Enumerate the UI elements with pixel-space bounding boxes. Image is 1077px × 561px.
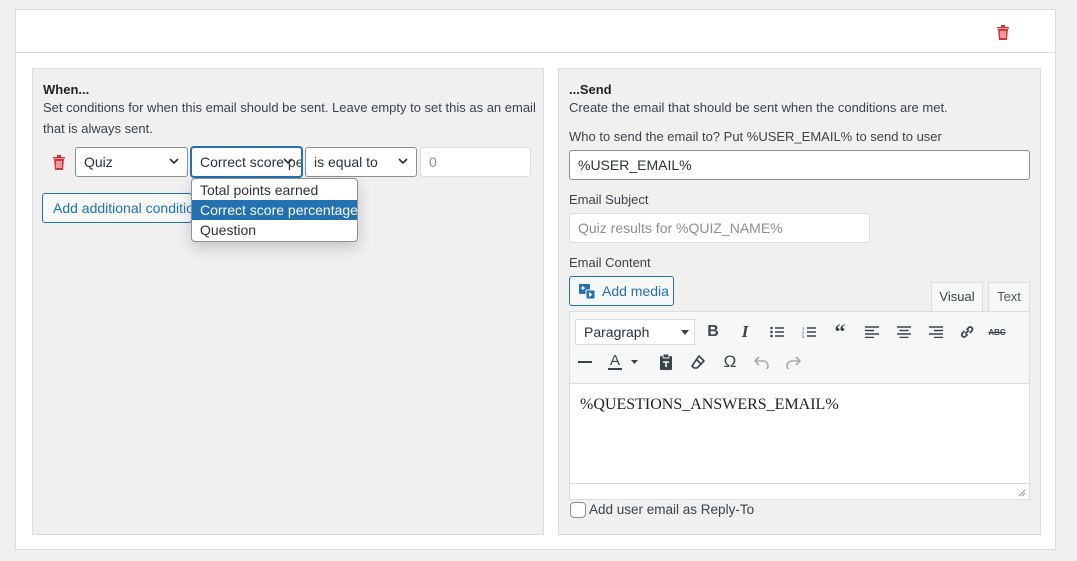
svg-text:3: 3 bbox=[802, 334, 805, 338]
condition-value-input[interactable]: 0 bbox=[420, 147, 531, 177]
format-select-value: Paragraph bbox=[584, 324, 650, 340]
add-condition-button[interactable]: Add additional condition bbox=[42, 193, 192, 223]
chevron-down-icon bbox=[398, 158, 408, 165]
numbered-list-icon[interactable]: 123 bbox=[798, 321, 820, 343]
subject-label: Email Subject bbox=[569, 192, 649, 207]
when-section: When... Set conditions for when this ema… bbox=[32, 68, 544, 535]
condition-field-select[interactable]: Quiz bbox=[75, 147, 188, 177]
chevron-down-icon bbox=[283, 158, 293, 165]
recipient-label: Who to send the email to? Put %USER_EMAI… bbox=[569, 129, 942, 144]
editor-statusbar bbox=[570, 483, 1029, 499]
redo-icon[interactable] bbox=[782, 351, 804, 373]
format-select[interactable]: Paragraph bbox=[575, 319, 695, 345]
when-title: When... bbox=[43, 82, 90, 97]
content-label: Email Content bbox=[569, 255, 651, 270]
panel-header bbox=[16, 10, 1055, 53]
subject-input[interactable]: Quiz results for %QUIZ_NAME% bbox=[569, 213, 870, 243]
email-content-editor[interactable]: Paragraph B I 123 “ ABC A Ω %QUESTIONS_A… bbox=[569, 311, 1030, 500]
remove-condition-trash-icon[interactable] bbox=[52, 154, 66, 170]
paste-text-icon[interactable] bbox=[655, 351, 677, 373]
bullet-list-icon[interactable] bbox=[766, 321, 788, 343]
editor-content[interactable]: %QUESTIONS_ANSWERS_EMAIL% bbox=[580, 396, 839, 414]
add-media-button[interactable]: Add media bbox=[569, 276, 674, 306]
tab-visual[interactable]: Visual bbox=[931, 282, 983, 311]
align-left-icon[interactable] bbox=[861, 321, 883, 343]
bold-icon[interactable]: B bbox=[702, 321, 724, 343]
editor-toolbar: Paragraph B I 123 “ ABC A Ω bbox=[570, 312, 1029, 384]
tab-text[interactable]: Text bbox=[988, 282, 1030, 311]
resize-handle-icon[interactable] bbox=[1016, 487, 1026, 497]
recipient-input[interactable]: %USER_EMAIL% bbox=[569, 150, 1030, 180]
special-character-icon[interactable]: Ω bbox=[719, 351, 741, 373]
send-title: ...Send bbox=[569, 82, 612, 97]
reply-to-label: Add user email as Reply-To bbox=[589, 502, 755, 517]
blockquote-icon[interactable]: “ bbox=[829, 319, 851, 344]
align-center-icon[interactable] bbox=[893, 321, 915, 343]
clear-formatting-icon[interactable] bbox=[687, 351, 709, 373]
undo-icon[interactable] bbox=[751, 351, 773, 373]
svg-text:A: A bbox=[610, 353, 620, 369]
email-rule-panel: When... Set conditions for when this ema… bbox=[15, 9, 1056, 550]
dropdown-option-total-points[interactable]: Total points earned bbox=[192, 180, 357, 200]
reply-to-checkbox[interactable] bbox=[570, 502, 586, 518]
align-right-icon[interactable] bbox=[925, 321, 947, 343]
trash-icon[interactable] bbox=[996, 24, 1010, 40]
condition-operator-value: is equal to bbox=[314, 154, 378, 170]
horizontal-line-icon[interactable] bbox=[574, 351, 596, 373]
text-color-icon[interactable]: A bbox=[605, 351, 639, 373]
chevron-down-icon bbox=[169, 158, 179, 165]
dropdown-option-question[interactable]: Question bbox=[192, 220, 357, 240]
add-media-icon bbox=[579, 284, 596, 300]
condition-field-value: Quiz bbox=[84, 154, 113, 170]
caret-down-icon bbox=[681, 330, 689, 335]
italic-icon[interactable]: I bbox=[734, 321, 756, 343]
when-description: Set conditions for when this email shoul… bbox=[43, 97, 538, 139]
subfield-dropdown-menu: Total points earned Correct score percen… bbox=[191, 178, 358, 242]
dropdown-option-correct-score[interactable]: Correct score percentage bbox=[192, 200, 358, 220]
condition-operator-select[interactable]: is equal to bbox=[305, 147, 417, 177]
send-description: Create the email that should be sent whe… bbox=[569, 100, 948, 115]
add-media-label: Add media bbox=[602, 283, 669, 299]
link-icon[interactable] bbox=[956, 321, 978, 343]
when-description-line-1: Set conditions for when this email shoul… bbox=[43, 100, 536, 115]
condition-subfield-select[interactable]: Correct score percentage bbox=[191, 147, 302, 177]
strikethrough-icon[interactable]: ABC bbox=[986, 321, 1008, 343]
when-description-line-2: that is always sent. bbox=[43, 121, 153, 136]
